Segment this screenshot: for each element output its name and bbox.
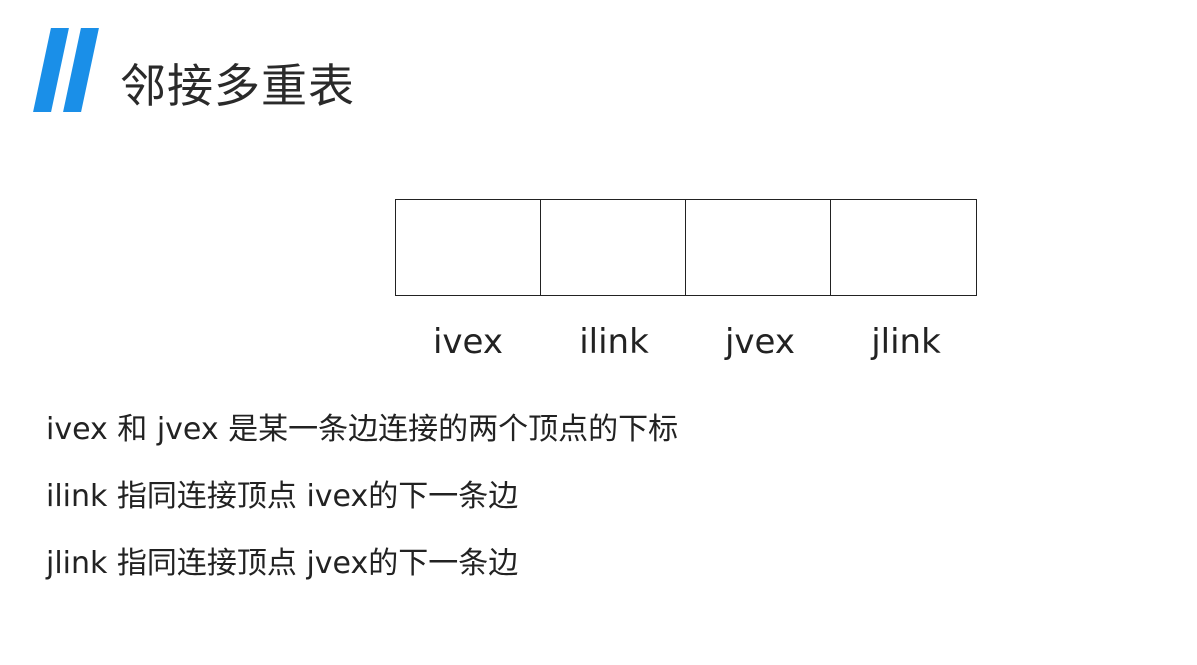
title-accent-stripe-2 — [63, 28, 99, 112]
field-label-ilink: ilink — [579, 322, 649, 362]
field-cell-jlink — [831, 200, 976, 295]
description-line-2: ilink 指同连接顶点 ivex的下一条边 — [46, 479, 519, 514]
field-label-ivex: ivex — [432, 322, 503, 362]
field-labels: ivex ilink jvex jlink — [395, 320, 979, 364]
field-label-jlink: jlink — [871, 322, 941, 362]
title-accent-stripe-1 — [33, 28, 69, 112]
edge-node-structure — [395, 199, 977, 296]
page-title: 邻接多重表 — [120, 59, 355, 113]
field-cell-ilink — [541, 200, 686, 295]
field-cell-jvex — [686, 200, 831, 295]
field-label-jvex: jvex — [724, 322, 795, 362]
description-line-1: ivex 和 jvex 是某一条边连接的两个顶点的下标 — [46, 412, 679, 447]
description-line-3: jlink 指同连接顶点 jvex的下一条边 — [46, 546, 519, 581]
field-cell-ivex — [396, 200, 541, 295]
